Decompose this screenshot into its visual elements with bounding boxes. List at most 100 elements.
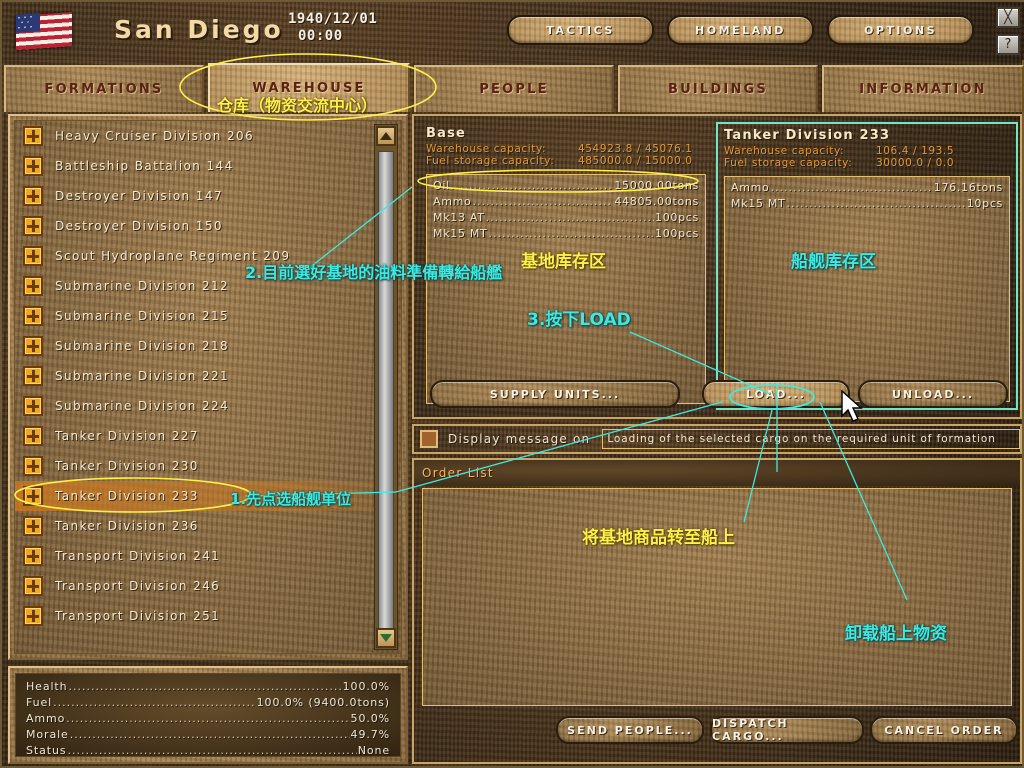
base-fuel-capacity-value: 485000.0 / 15000.0 — [578, 155, 693, 167]
plus-expand-icon[interactable] — [23, 516, 43, 536]
list-item-label: Tanker Division 227 — [55, 429, 199, 443]
list-item[interactable]: Tanker Division 227 — [15, 421, 401, 451]
plus-expand-icon[interactable] — [23, 426, 43, 446]
display-message-checkbox[interactable] — [420, 430, 438, 448]
display-message-bar: Display message on Loading of the select… — [412, 424, 1022, 454]
list-item-label: Submarine Division 215 — [55, 309, 230, 323]
plus-expand-icon[interactable] — [23, 126, 43, 146]
item-label: Mk15 MT — [731, 197, 786, 210]
leader-dots: ........................................… — [450, 179, 613, 192]
list-scrollbar[interactable] — [374, 124, 398, 650]
list-item[interactable]: Tanker Division 233 — [15, 481, 401, 511]
status-line: Morale..................................… — [26, 727, 390, 743]
homeland-button[interactable]: HOMELAND — [667, 15, 814, 45]
plus-expand-icon[interactable] — [23, 576, 43, 596]
plus-expand-icon[interactable] — [23, 186, 43, 206]
unit-status-panel: Health..................................… — [8, 666, 408, 764]
ship-warehouse-capacity: Warehouse capacity: 106.4 / 193.5 — [718, 145, 1016, 157]
plus-expand-icon[interactable] — [23, 396, 43, 416]
tab-information[interactable]: INFORMATION — [822, 65, 1024, 112]
cancel-order-button[interactable]: CANCEL ORDER — [870, 716, 1018, 744]
scroll-up-arrow-icon[interactable] — [376, 126, 396, 146]
base-warehouse-capacity: Warehouse capacity: 454923.8 / 45076.1 — [420, 143, 712, 155]
options-button[interactable]: OPTIONS — [827, 15, 974, 45]
list-item[interactable]: Submarine Division 221 — [15, 361, 401, 391]
item-value: 10pcs — [966, 197, 1003, 210]
load-button[interactable]: LOAD... — [702, 380, 850, 408]
scroll-down-arrow-icon[interactable] — [376, 628, 396, 648]
item-label: Mk13 AT — [433, 211, 485, 224]
tactics-button[interactable]: TACTICS — [507, 15, 654, 45]
plus-expand-icon[interactable] — [23, 246, 43, 266]
plus-expand-icon[interactable] — [23, 216, 43, 236]
plus-expand-icon[interactable] — [23, 456, 43, 476]
order-list-body[interactable] — [422, 488, 1012, 706]
ship-item-row[interactable]: Mk15 MT.................................… — [731, 196, 1003, 212]
plus-expand-icon[interactable] — [23, 486, 43, 506]
item-label: Oil — [433, 179, 450, 192]
list-item[interactable]: Scout Hydroplane Regiment 209 — [15, 241, 401, 271]
list-item[interactable]: Heavy Cruiser Division 206 — [15, 121, 401, 151]
list-item[interactable]: Battleship Battalion 144 — [15, 151, 401, 181]
tab-warehouse[interactable]: WAREHOUSE — [208, 63, 410, 112]
plus-expand-icon[interactable] — [23, 306, 43, 326]
item-value: 44805.00tons — [614, 195, 699, 208]
ship-panel-title: Tanker Division 233 — [724, 128, 891, 143]
tab-buildings[interactable]: BUILDINGS — [618, 65, 818, 112]
plus-expand-icon[interactable] — [23, 276, 43, 296]
formation-rows: Heavy Cruiser Division 206 Battleship Bat… — [15, 121, 401, 631]
base-warehouse-capacity-value: 454923.8 / 45076.1 — [578, 143, 693, 155]
base-item-list[interactable]: Oil.....................................… — [426, 174, 706, 404]
status-value: None — [357, 744, 390, 757]
list-item-label: Destroyer Division 150 — [55, 219, 223, 233]
supply-units-button[interactable]: SUPPLY UNITS... — [430, 380, 680, 408]
list-item[interactable]: Submarine Division 215 — [15, 301, 401, 331]
list-item[interactable]: Destroyer Division 147 — [15, 181, 401, 211]
scrollbar-thumb[interactable] — [378, 151, 394, 631]
list-item-label: Heavy Cruiser Division 206 — [55, 129, 255, 143]
base-fuel-capacity: Fuel storage capacity: 485000.0 / 15000.0 — [420, 155, 712, 167]
status-value: 50.0% — [350, 712, 390, 725]
close-icon[interactable]: ╳ — [996, 7, 1020, 28]
base-item-row[interactable]: Mk15 MT.................................… — [433, 226, 699, 242]
status-label: Fuel — [26, 696, 53, 709]
list-item[interactable]: Transport Division 241 — [15, 541, 401, 571]
send-people-button[interactable]: SEND PEOPLE... — [556, 716, 704, 744]
ship-item-list[interactable]: Ammo....................................… — [724, 176, 1010, 402]
list-item-label: Submarine Division 218 — [55, 339, 230, 353]
base-item-row[interactable]: Ammo....................................… — [433, 194, 699, 210]
list-item-label: Transport Division 251 — [55, 609, 221, 623]
base-item-row[interactable]: Mk13 AT.................................… — [433, 210, 699, 226]
tab-formations[interactable]: FORMATIONS — [4, 65, 204, 112]
list-item-label: Battleship Battalion 144 — [55, 159, 234, 173]
list-item[interactable]: Transport Division 251 — [15, 601, 401, 631]
list-item[interactable]: Tanker Division 236 — [15, 511, 401, 541]
base-warehouse-capacity-label: Warehouse capacity: — [426, 143, 547, 155]
list-item[interactable]: Destroyer Division 150 — [15, 211, 401, 241]
list-item[interactable]: Submarine Division 212 — [15, 271, 401, 301]
tab-people[interactable]: PEOPLE — [414, 65, 614, 112]
list-item[interactable]: Submarine Division 218 — [15, 331, 401, 361]
plus-expand-icon[interactable] — [23, 156, 43, 176]
item-value: 100pcs — [655, 227, 699, 240]
base-item-row[interactable]: Oil.....................................… — [433, 178, 699, 194]
list-item[interactable]: Tanker Division 230 — [15, 451, 401, 481]
ship-item-row[interactable]: Ammo....................................… — [731, 180, 1003, 196]
help-icon[interactable]: ? — [996, 34, 1020, 55]
base-inventory-panel: Base Warehouse capacity: 454923.8 / 45076… — [420, 122, 712, 410]
item-label: Ammo — [731, 181, 770, 194]
plus-expand-icon[interactable] — [23, 546, 43, 566]
plus-expand-icon[interactable] — [23, 336, 43, 356]
dispatch-cargo-button[interactable]: DISPATCH CARGO... — [710, 716, 864, 744]
plus-expand-icon[interactable] — [23, 606, 43, 626]
cargo-transfer-box: Base Warehouse capacity: 454923.8 / 45076… — [412, 114, 1022, 419]
plus-expand-icon[interactable] — [23, 366, 43, 386]
unload-button[interactable]: UNLOAD... — [858, 380, 1008, 408]
leader-dots: ........................................… — [66, 712, 350, 725]
item-label: Mk15 MT — [433, 227, 488, 240]
order-list-panel: Order List SEND PEOPLE... DISPATCH CARGO… — [412, 458, 1022, 764]
list-item[interactable]: Submarine Division 224 — [15, 391, 401, 421]
main-tab-bar: FORMATIONS WAREHOUSE PEOPLE BUILDINGS IN… — [2, 60, 1024, 112]
status-label: Ammo — [26, 712, 66, 725]
list-item[interactable]: Transport Division 246 — [15, 571, 401, 601]
